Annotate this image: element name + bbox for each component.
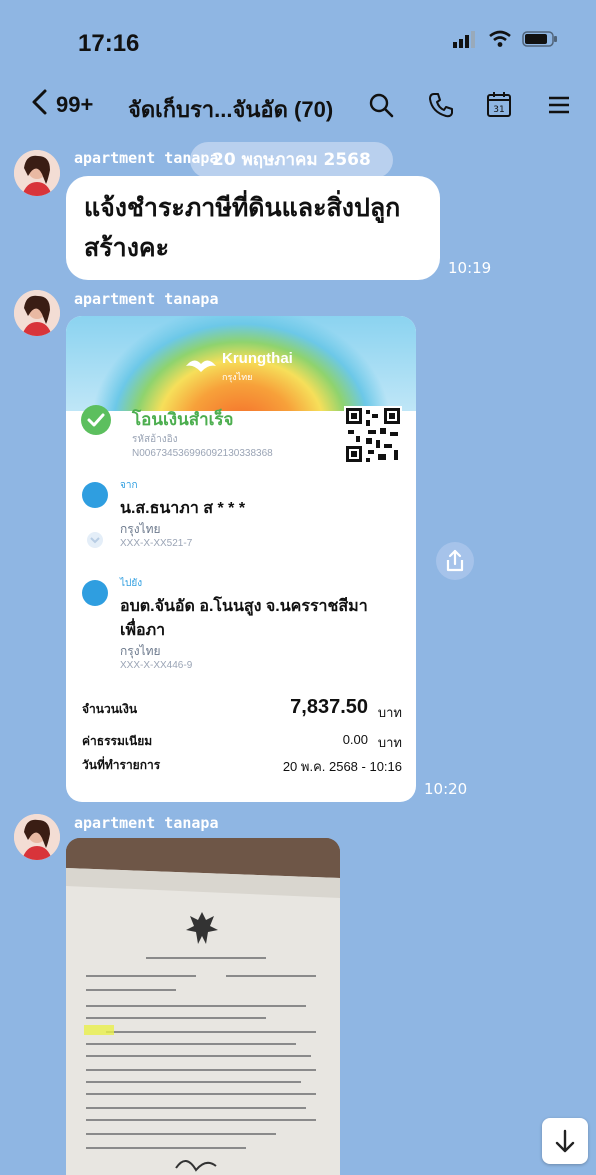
avatar[interactable]: [14, 150, 60, 196]
back-button[interactable]: [30, 88, 48, 124]
from-name: น.ส.ธนาภา ส * * *: [120, 500, 246, 517]
menu-button[interactable]: [544, 90, 574, 120]
avatar[interactable]: [14, 290, 60, 336]
message-bubble[interactable]: แจ้งชำระภาษีที่ดินและสิ่งปลูก สร้างคะ: [66, 176, 440, 280]
phone-icon: [429, 93, 453, 118]
avatar[interactable]: [14, 814, 60, 860]
share-button[interactable]: [436, 542, 474, 580]
to-account: XXX-X-XX446-9: [120, 660, 193, 671]
chat-title[interactable]: จัดเก็บรา...จันอัด (70): [128, 92, 333, 127]
calendar-button[interactable]: 31: [484, 90, 514, 120]
sender-name: apartment tanapa: [74, 149, 219, 167]
transfer-status: โอนเงินสำเร็จ: [132, 410, 234, 429]
scroll-to-bottom-button[interactable]: [542, 1118, 588, 1164]
bank-logo-sub: กรุงไทย: [222, 372, 253, 382]
share-icon: [446, 549, 464, 572]
wifi-icon: [489, 30, 511, 47]
recipient-account-icon: [82, 580, 108, 606]
qr-code-icon: [344, 406, 402, 464]
bank-logo: Krungthai กรุงไทย: [184, 346, 304, 386]
to-name-line1: อบต.จันอัด อ.โนนสูง จ.นครราชสีมา: [120, 598, 368, 615]
fee-unit: บาท: [377, 735, 402, 750]
from-label: จาก: [120, 480, 138, 491]
amount-value: 7,837.50: [290, 696, 368, 718]
chevron-left-icon: [32, 89, 47, 115]
success-check-icon: [81, 405, 111, 435]
amount-unit: บาท: [377, 705, 402, 720]
search-button[interactable]: [366, 90, 396, 120]
date-label: วันที่ทำรายการ: [82, 758, 161, 772]
message-text-line1: แจ้งชำระภาษีที่ดินและสิ่งปลูก: [84, 193, 401, 222]
amount-label: จำนวนเงิน: [82, 702, 138, 716]
status-icons: [452, 30, 558, 48]
date-value: 20 พ.ค. 2568 - 10:16: [282, 759, 402, 774]
message-text-line2: สร้างคะ: [84, 233, 170, 262]
date-separator: 20 พฤษภาคม 2568: [190, 142, 393, 178]
to-name-line2: เพื่อภา: [120, 622, 166, 639]
fee-value: 0.00: [342, 732, 368, 747]
search-icon: [369, 93, 394, 118]
battery-icon: [522, 31, 557, 47]
menu-icon: [549, 96, 569, 114]
status-time: 17:16: [78, 30, 140, 57]
avatar-photo-icon: [14, 814, 60, 860]
ref-number: N006734536996092130338368: [132, 448, 273, 459]
from-account: XXX-X-XX521-7: [120, 538, 193, 549]
call-button[interactable]: [426, 90, 456, 120]
fee-label: ค่าธรรมเนียม: [82, 734, 153, 748]
unread-count[interactable]: 99+: [56, 92, 93, 118]
to-bank: กรุงไทย: [120, 644, 161, 658]
chat-header: 99+ จัดเก็บรา...จันอัด (70) 31: [0, 78, 596, 134]
bank-logo-text: Krungthai: [222, 350, 293, 367]
sender-account-icon: [82, 482, 108, 508]
calendar-icon: 31: [487, 92, 511, 117]
document-photo-image: [66, 838, 340, 1175]
arrow-down-icon: [555, 1129, 575, 1153]
transfer-arrow-icon: [87, 532, 103, 548]
message-time: 10:20: [424, 780, 468, 798]
avatar-photo-icon: [14, 150, 60, 196]
ref-label: รหัสอ้างอิง: [132, 434, 178, 445]
transfer-receipt-image[interactable]: Krungthai กรุงไทย โอนเงินสำเร็จ รหัสอ้าง…: [66, 316, 416, 802]
message-time: 10:19: [448, 259, 492, 277]
from-bank: กรุงไทย: [120, 522, 161, 536]
signal-icon: [453, 31, 475, 48]
to-label: ไปยัง: [120, 578, 143, 589]
sender-name: apartment tanapa: [74, 814, 219, 832]
krungthai-bird-icon: [186, 360, 216, 372]
avatar-photo-icon: [14, 290, 60, 336]
sender-name: apartment tanapa: [74, 290, 219, 308]
document-photo[interactable]: [66, 838, 340, 1175]
svg-text:31: 31: [493, 105, 504, 115]
